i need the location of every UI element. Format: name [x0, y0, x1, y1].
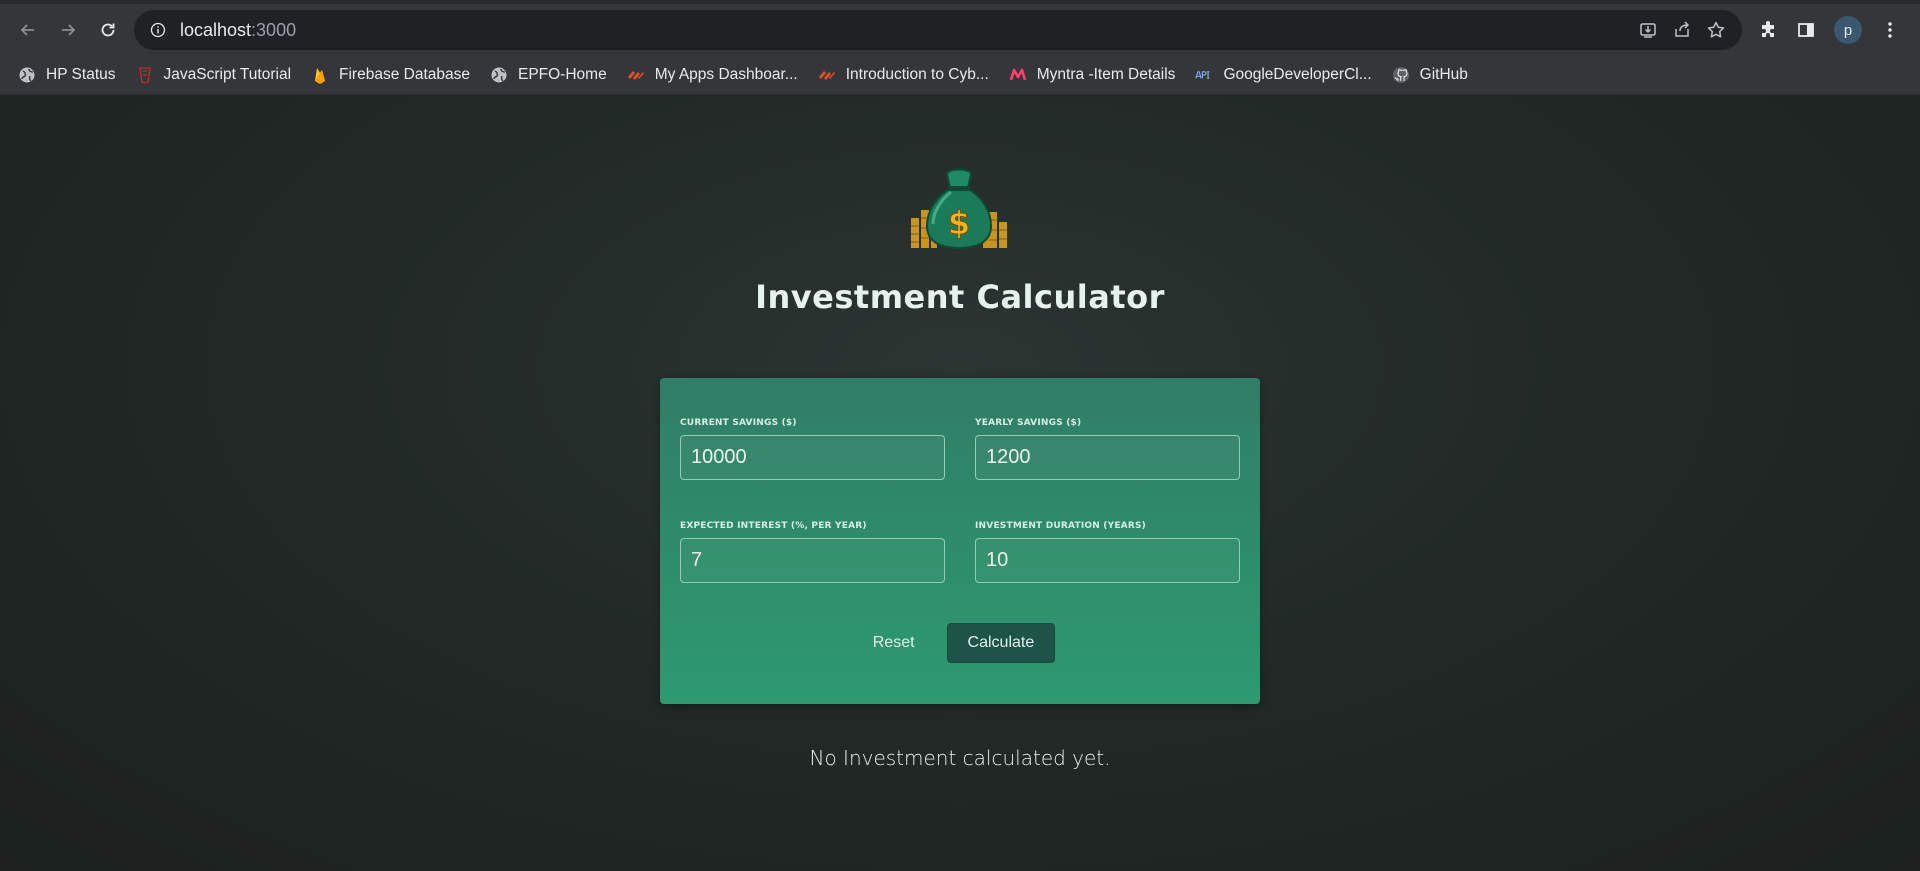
reload-icon: [101, 23, 115, 37]
form-actions: Reset Calculate: [660, 623, 1260, 663]
page-title: Investment Calculator: [755, 278, 1165, 316]
toolbar-actions: p: [1758, 16, 1900, 44]
api-icon: [1195, 66, 1213, 84]
app-page: $ Investment Calculator CURRENT SAVINGS …: [0, 96, 1920, 871]
yearly-savings-group: YEARLY SAVINGS ($): [975, 418, 1240, 480]
bookmark-firebase-database[interactable]: Firebase Database: [311, 66, 470, 84]
bookmark-label: EPFO-Home: [517, 66, 607, 83]
current-savings-label: CURRENT SAVINGS ($): [680, 418, 797, 428]
reset-button[interactable]: Reset: [865, 626, 923, 660]
calculate-button[interactable]: Calculate: [946, 623, 1056, 663]
url-port: :3000: [251, 19, 297, 40]
bookmark-epfo-home[interactable]: EPFO-Home: [490, 66, 607, 84]
expected-interest-input[interactable]: [680, 538, 945, 583]
bookmark-myntra-item-details[interactable]: Myntra -Item Details: [1009, 66, 1176, 84]
bookmark-label: Firebase Database: [339, 66, 470, 83]
bookmark-my-apps-dashboard[interactable]: My Apps Dashboar...: [627, 66, 798, 84]
reload-button[interactable]: [90, 12, 126, 48]
forward-button[interactable]: [50, 12, 86, 48]
side-panel-icon[interactable]: [1796, 20, 1816, 40]
bookmark-github[interactable]: GitHub: [1392, 66, 1468, 84]
bookmark-label: GoogleDeveloperCl...: [1223, 66, 1372, 83]
expected-interest-label: EXPECTED INTEREST (%, PER YEAR): [680, 521, 867, 531]
globe-icon: [490, 66, 508, 84]
investment-form: CURRENT SAVINGS ($) YEARLY SAVINGS ($) E…: [660, 378, 1260, 704]
profile-avatar[interactable]: p: [1834, 16, 1862, 44]
url-text: localhost:3000: [180, 20, 296, 41]
result-message: No Investment calculated yet.: [809, 746, 1111, 770]
bookmark-star-icon[interactable]: [1706, 20, 1726, 40]
bookmark-label: GitHub: [1419, 66, 1468, 83]
money-bag-logo: $: [911, 168, 1007, 250]
expected-interest-group: EXPECTED INTEREST (%, PER YEAR): [680, 521, 945, 583]
bookmark-hp-status[interactable]: HP Status: [18, 66, 116, 84]
myntra-icon: [1009, 66, 1027, 84]
github-icon: [1392, 66, 1410, 84]
investment-duration-group: INVESTMENT DURATION (YEARS): [975, 521, 1240, 583]
share-icon[interactable]: [1672, 20, 1692, 40]
bookmark-javascript-tutorial[interactable]: JavaScript Tutorial: [136, 66, 292, 84]
site-info-icon[interactable]: [150, 22, 166, 38]
url-host: localhost: [180, 19, 252, 40]
js-tutorial-icon: [136, 66, 154, 84]
arrow-left-icon: [20, 24, 34, 36]
browser-toolbar: localhost:3000 p: [0, 0, 1920, 56]
bookmark-label: My Apps Dashboar...: [654, 66, 798, 83]
svg-text:$: $: [948, 204, 970, 242]
apps-dashboard-icon: [818, 66, 836, 84]
arrow-right-icon: [62, 24, 76, 36]
bookmark-label: Introduction to Cyb...: [845, 66, 989, 83]
investment-duration-label: INVESTMENT DURATION (YEARS): [975, 521, 1146, 531]
bookmark-google-developer[interactable]: GoogleDeveloperCl...: [1195, 66, 1372, 84]
investment-duration-input[interactable]: [975, 538, 1240, 583]
address-bar[interactable]: localhost:3000: [134, 10, 1742, 50]
bookmark-label: HP Status: [46, 66, 116, 83]
kebab-menu-icon[interactable]: [1880, 20, 1900, 40]
current-savings-input[interactable]: [680, 435, 945, 480]
current-savings-group: CURRENT SAVINGS ($): [680, 418, 945, 480]
back-button[interactable]: [10, 12, 46, 48]
bookmarks-bar: HP Status JavaScript Tutorial Firebase D…: [0, 56, 1920, 95]
bookmark-label: Myntra -Item Details: [1036, 66, 1176, 83]
extensions-puzzle-icon[interactable]: [1758, 20, 1778, 40]
apps-dashboard-icon: [627, 66, 645, 84]
bookmark-introduction-to-cyb[interactable]: Introduction to Cyb...: [818, 66, 989, 84]
bookmark-label: JavaScript Tutorial: [163, 66, 292, 83]
omnibox-actions: [1638, 20, 1726, 40]
yearly-savings-input[interactable]: [975, 435, 1240, 480]
globe-icon: [18, 66, 36, 84]
firebase-icon: [311, 66, 329, 84]
install-app-icon[interactable]: [1638, 20, 1658, 40]
yearly-savings-label: YEARLY SAVINGS ($): [975, 418, 1082, 428]
